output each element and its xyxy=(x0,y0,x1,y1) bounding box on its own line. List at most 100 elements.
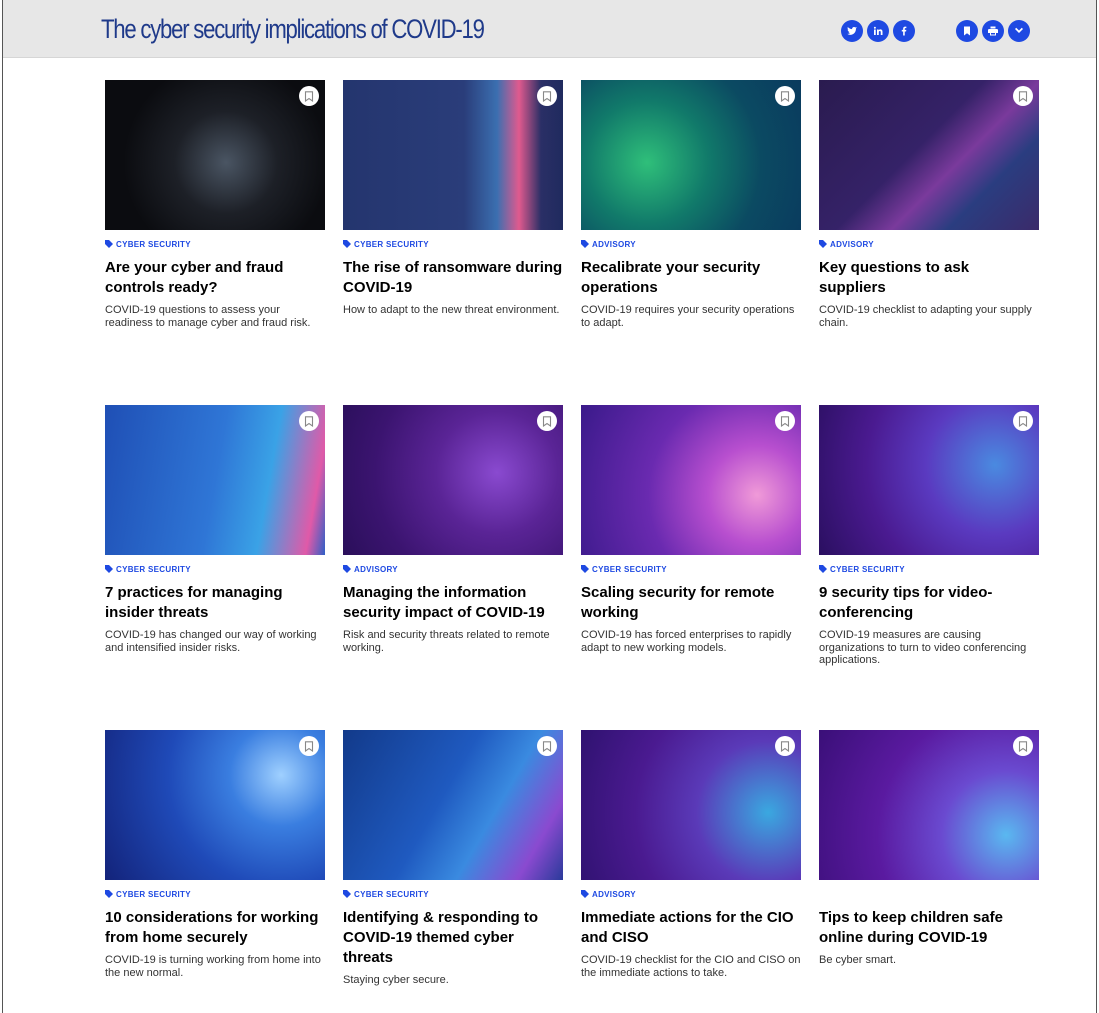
tag-icon xyxy=(581,889,589,900)
article-description: COVID-19 requires your security operatio… xyxy=(581,304,795,329)
article-thumbnail[interactable] xyxy=(581,80,801,230)
article-thumbnail[interactable] xyxy=(343,730,563,880)
article-card[interactable]: Tips to keep children safe online during… xyxy=(819,730,1039,967)
bookmark-icon[interactable] xyxy=(537,86,557,106)
article-thumbnail[interactable] xyxy=(105,80,325,230)
article-description: How to adapt to the new threat environme… xyxy=(343,304,560,316)
article-description: Be cyber smart. xyxy=(819,954,897,966)
bookmark-icon[interactable] xyxy=(1013,86,1033,106)
article-title[interactable]: 7 practices for managing insider threats xyxy=(105,583,325,623)
bookmark-icon[interactable] xyxy=(299,411,319,431)
article-tag[interactable] xyxy=(819,889,1039,900)
article-title[interactable]: 10 considerations for working from home … xyxy=(105,908,325,948)
tag-icon xyxy=(581,239,589,250)
article-thumbnail[interactable] xyxy=(819,730,1039,880)
tag-icon xyxy=(581,564,589,575)
twitter-icon[interactable] xyxy=(841,20,863,42)
page-tool-icons xyxy=(956,20,1030,44)
tag-icon xyxy=(819,239,827,250)
article-tag-label: ADVISORY xyxy=(354,565,398,574)
article-tag-label: CYBER SECURITY xyxy=(116,890,191,899)
article-title[interactable]: Tips to keep children safe online during… xyxy=(819,908,1039,948)
header-bar: The cyber security implications of COVID… xyxy=(3,0,1096,58)
article-card[interactable]: CYBER SECURITY Scaling security for remot… xyxy=(581,405,801,654)
bookmark-icon[interactable] xyxy=(775,736,795,756)
article-description: COVID-19 measures are causing organizati… xyxy=(819,629,1027,666)
article-description: COVID-19 checklist to adapting your supp… xyxy=(819,304,1032,329)
chevron-down-icon[interactable] xyxy=(1008,20,1030,42)
article-thumbnail[interactable] xyxy=(581,730,801,880)
article-thumbnail[interactable] xyxy=(105,730,325,880)
article-card[interactable]: ADVISORY Immediate actions for the CIO an… xyxy=(581,730,801,979)
article-tag[interactable]: CYBER SECURITY xyxy=(105,564,325,575)
tag-icon xyxy=(343,564,351,575)
bookmark-icon[interactable] xyxy=(537,411,557,431)
page-frame: The cyber security implications of COVID… xyxy=(2,0,1097,1013)
article-tag[interactable]: CYBER SECURITY xyxy=(105,889,325,900)
article-description: COVID-19 checklist for the CIO and CISO … xyxy=(581,954,801,979)
tag-icon xyxy=(343,889,351,900)
article-thumbnail[interactable] xyxy=(343,80,563,230)
article-title[interactable]: Scaling security for remote working xyxy=(581,583,801,623)
bookmark-icon[interactable] xyxy=(537,736,557,756)
bookmark-icon[interactable] xyxy=(299,736,319,756)
article-card[interactable]: CYBER SECURITY The rise of ransomware dur… xyxy=(343,80,563,317)
article-tag[interactable]: CYBER SECURITY xyxy=(343,889,563,900)
article-title[interactable]: Immediate actions for the CIO and CISO xyxy=(581,908,801,948)
article-description: COVID-19 questions to assess your readin… xyxy=(105,304,311,329)
article-tag[interactable]: ADVISORY xyxy=(581,239,801,250)
article-thumbnail[interactable] xyxy=(105,405,325,555)
article-card[interactable]: CYBER SECURITY Are your cyber and fraud c… xyxy=(105,80,325,329)
article-card[interactable]: ADVISORY Managing the information securit… xyxy=(343,405,563,654)
article-title[interactable]: Key questions to ask suppliers xyxy=(819,258,1039,298)
article-title[interactable]: Managing the information security impact… xyxy=(343,583,563,623)
article-thumbnail[interactable] xyxy=(819,80,1039,230)
article-tag-label: CYBER SECURITY xyxy=(592,565,667,574)
article-tag-label: CYBER SECURITY xyxy=(354,890,429,899)
bookmark-icon[interactable] xyxy=(299,86,319,106)
facebook-icon[interactable] xyxy=(893,20,915,42)
article-tag-label: ADVISORY xyxy=(592,240,636,249)
article-tag-label: CYBER SECURITY xyxy=(116,240,191,249)
article-tag-label: CYBER SECURITY xyxy=(830,565,905,574)
article-tag-label: CYBER SECURITY xyxy=(116,565,191,574)
print-icon[interactable] xyxy=(982,20,1004,42)
article-tag[interactable]: CYBER SECURITY xyxy=(105,239,325,250)
article-card[interactable]: CYBER SECURITY 10 considerations for work… xyxy=(105,730,325,979)
article-title[interactable]: The rise of ransomware during COVID-19 xyxy=(343,258,563,298)
article-description: COVID-19 has forced enterprises to rapid… xyxy=(581,629,792,654)
bookmark-icon[interactable] xyxy=(956,20,978,42)
article-title[interactable]: Identifying & responding to COVID-19 the… xyxy=(343,908,563,968)
article-title[interactable]: 9 security tips for video-conferencing xyxy=(819,583,1039,623)
article-tag[interactable]: CYBER SECURITY xyxy=(343,239,563,250)
bookmark-icon[interactable] xyxy=(1013,736,1033,756)
article-title[interactable]: Are your cyber and fraud controls ready? xyxy=(105,258,325,298)
article-card[interactable]: ADVISORY Key questions to ask suppliers CO… xyxy=(819,80,1039,329)
tag-icon xyxy=(105,239,113,250)
article-tag[interactable]: ADVISORY xyxy=(819,239,1039,250)
article-description: Staying cyber secure. xyxy=(343,974,449,986)
article-tag[interactable]: ADVISORY xyxy=(581,889,801,900)
article-description: COVID-19 is turning working from home in… xyxy=(105,954,321,979)
bookmark-icon[interactable] xyxy=(775,411,795,431)
article-tag-label: CYBER SECURITY xyxy=(354,240,429,249)
article-tag[interactable]: ADVISORY xyxy=(343,564,563,575)
article-tag-label: ADVISORY xyxy=(592,890,636,899)
article-card[interactable]: CYBER SECURITY Identifying & responding t… xyxy=(343,730,563,987)
article-thumbnail[interactable] xyxy=(581,405,801,555)
article-card[interactable]: CYBER SECURITY 9 security tips for video-… xyxy=(819,405,1039,667)
article-card[interactable]: ADVISORY Recalibrate your security operat… xyxy=(581,80,801,329)
article-title[interactable]: Recalibrate your security operations xyxy=(581,258,801,298)
bookmark-icon[interactable] xyxy=(775,86,795,106)
linkedin-icon[interactable] xyxy=(867,20,889,42)
tag-icon xyxy=(105,889,113,900)
article-tag[interactable]: CYBER SECURITY xyxy=(581,564,801,575)
article-description: Risk and security threats related to rem… xyxy=(343,629,550,654)
bookmark-icon[interactable] xyxy=(1013,411,1033,431)
article-card[interactable]: CYBER SECURITY 7 practices for managing i… xyxy=(105,405,325,654)
tag-icon xyxy=(105,564,113,575)
article-thumbnail[interactable] xyxy=(819,405,1039,555)
tag-icon xyxy=(819,564,827,575)
article-tag[interactable]: CYBER SECURITY xyxy=(819,564,1039,575)
article-thumbnail[interactable] xyxy=(343,405,563,555)
